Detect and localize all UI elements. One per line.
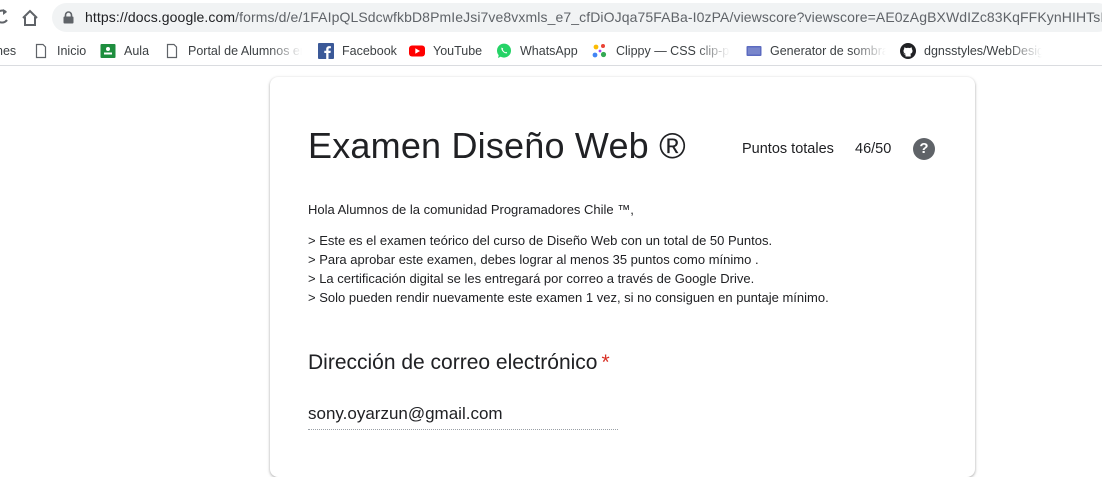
address-bar-row: https://docs.google.com/forms/d/e/1FAIpQ… bbox=[0, 0, 1102, 36]
classroom-icon bbox=[100, 43, 116, 59]
required-asterisk: * bbox=[601, 351, 610, 374]
bookmark-label: nes bbox=[0, 44, 17, 58]
youtube-icon bbox=[409, 43, 425, 59]
whatsapp-icon bbox=[496, 43, 512, 59]
generator-icon bbox=[746, 43, 762, 59]
bookmark-youtube[interactable]: YouTube bbox=[409, 41, 482, 61]
bookmark-aula[interactable]: Aula bbox=[100, 41, 149, 61]
lock-icon bbox=[63, 11, 74, 24]
form-description: > Este es el examen teórico del curso de… bbox=[308, 231, 829, 307]
clippy-icon bbox=[592, 43, 608, 59]
help-icon[interactable]: ? bbox=[913, 138, 935, 160]
description-line: > Solo pueden rendir nuevamente este exa… bbox=[308, 290, 829, 305]
bookmark-label: Aula bbox=[124, 44, 150, 58]
bookmark-label: WhatsApp bbox=[520, 44, 578, 58]
bookmark-portal-alumnos[interactable]: Portal de Alumnos er bbox=[164, 41, 302, 61]
bookmark-generator-sombra[interactable]: Generator de sombra bbox=[746, 41, 886, 61]
bookmark-label: Inicio bbox=[57, 44, 87, 58]
url-text: https://docs.google.com/forms/d/e/1FAIpQ… bbox=[85, 9, 1102, 25]
url-domain: https://docs.google.com bbox=[85, 9, 236, 25]
bookmark-apps[interactable]: nes bbox=[0, 41, 18, 61]
bookmark-label: Clippy — CSS clip-pa bbox=[616, 44, 730, 58]
bookmarks-bar: nes Inicio Aula Portal de Alumnos er Fac… bbox=[0, 36, 1102, 66]
description-line: > Para aprobar este examen, debes lograr… bbox=[308, 252, 759, 267]
points-value: 46/50 bbox=[855, 141, 892, 157]
page-icon bbox=[164, 43, 180, 59]
question-title: Dirección de correo electrónico * bbox=[308, 351, 610, 375]
home-icon[interactable] bbox=[20, 8, 40, 28]
description-line: > Este es el examen teórico del curso de… bbox=[308, 233, 773, 248]
bookmark-whatsapp[interactable]: WhatsApp bbox=[496, 41, 578, 61]
question-label: Dirección de correo electrónico bbox=[308, 351, 598, 374]
bookmark-label: Facebook bbox=[342, 44, 397, 58]
bookmark-label: Portal de Alumnos er bbox=[188, 44, 302, 58]
form-greeting: Hola Alumnos de la comunidad Programador… bbox=[308, 202, 634, 217]
url-input[interactable]: https://docs.google.com/forms/d/e/1FAIpQ… bbox=[52, 3, 1102, 32]
github-icon bbox=[900, 43, 916, 59]
bookmark-inicio[interactable]: Inicio bbox=[33, 41, 86, 61]
points-label: Puntos totales bbox=[742, 141, 834, 157]
bookmark-github[interactable]: dgnsstyles/WebDesig bbox=[900, 41, 1042, 61]
form-title: Examen Diseño Web ® bbox=[308, 125, 686, 166]
bookmark-label: YouTube bbox=[433, 44, 483, 58]
reload-icon[interactable] bbox=[0, 8, 10, 26]
page-icon bbox=[33, 43, 49, 59]
email-field[interactable]: sony.oyarzun@gmail.com bbox=[308, 404, 503, 424]
email-underline bbox=[308, 429, 618, 430]
form-card: Examen Diseño Web ® Puntos totales 46/50… bbox=[270, 77, 975, 477]
bookmark-label: Generator de sombra bbox=[770, 44, 886, 58]
facebook-icon bbox=[318, 43, 334, 59]
bookmark-facebook[interactable]: Facebook bbox=[318, 41, 397, 61]
bookmark-label: dgnsstyles/WebDesig bbox=[924, 44, 1042, 58]
description-line: > La certificación digital se les entreg… bbox=[308, 271, 755, 286]
bookmark-clippy[interactable]: Clippy — CSS clip-pa bbox=[592, 41, 730, 61]
url-path: /forms/d/e/1FAIpQLSdcwfkbD8PmIeJsi7ve8vx… bbox=[235, 9, 1102, 25]
